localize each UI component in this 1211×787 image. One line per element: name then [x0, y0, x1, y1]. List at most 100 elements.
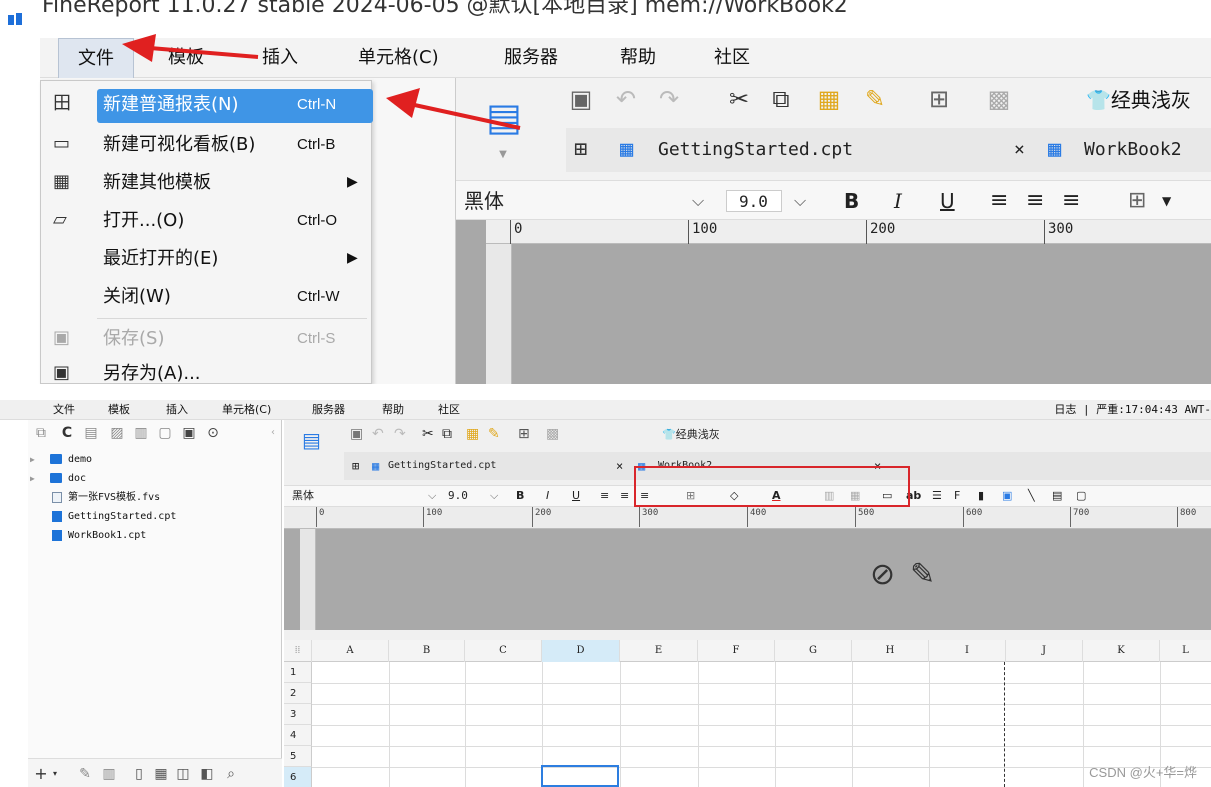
rename-icon[interactable]: ▨ [108, 424, 126, 442]
slash-icon[interactable]: ╲ [1028, 486, 1035, 506]
col-header-d[interactable]: D [542, 640, 620, 662]
col-header-k[interactable]: K [1083, 640, 1160, 662]
col-header-h[interactable]: H [852, 640, 929, 662]
image-icon[interactable]: ▩ [546, 426, 559, 442]
eye-off-icon[interactable]: ⊘ [870, 557, 895, 592]
row-header-2[interactable]: 2 [284, 683, 312, 704]
chevron-down-icon[interactable]: ⌵ [490, 486, 498, 506]
align-center-icon[interactable]: ≡ [620, 486, 629, 506]
lock-icon[interactable]: ▣ [180, 424, 198, 442]
save-icon[interactable]: ▣ [350, 426, 363, 442]
grid-line [312, 725, 1211, 726]
chart-icon[interactable]: ▮ [978, 486, 984, 506]
menubar: 文件 模板 插入 单元格(C) 服务器 帮助 社区 日志 | 严重:17:04:… [0, 400, 1211, 420]
tree-item-doc[interactable]: ▶ doc [28, 469, 282, 488]
watermark: CSDN @火+华=烨 [1089, 765, 1197, 780]
delete-icon[interactable]: ▥ [132, 424, 150, 442]
spreadsheet-grid[interactable]: ⁞⁞ A B C D E F G H I J K L 1 2 3 4 5 6 7 [284, 640, 1211, 787]
preview-icon[interactable]: ▤ [302, 428, 321, 452]
format-painter-icon[interactable]: ✎ [488, 426, 500, 442]
tree-item-demo[interactable]: ▶ demo [28, 450, 282, 469]
menu-file[interactable]: 文件 [53, 400, 75, 420]
locate-icon[interactable]: ⊙ [204, 424, 222, 442]
copy-icon[interactable]: ▢ [156, 424, 174, 442]
bold-button[interactable]: B [516, 486, 524, 506]
font-family-select[interactable]: 黑体 [292, 486, 314, 506]
database-icon[interactable]: ◫ [174, 765, 192, 783]
paste-icon[interactable]: ▦ [466, 426, 479, 442]
image-icon[interactable]: ▣ [1002, 486, 1012, 506]
theme-label: 经典浅灰 [675, 428, 720, 441]
tree-item-label: doc [68, 473, 87, 484]
col-header-c[interactable]: C [465, 640, 542, 662]
chevron-down-icon[interactable]: ▾ [46, 765, 64, 783]
search-icon[interactable]: ⌕ [222, 765, 240, 783]
tree-item-label: 第一张FVS模板.fvs [68, 492, 161, 503]
grid-line [312, 746, 1211, 747]
undo-icon[interactable]: ↶ [372, 426, 384, 442]
row-header-6[interactable]: 6 [284, 767, 312, 787]
edit-icon[interactable]: ✎ [76, 765, 94, 783]
row-header-4[interactable]: 4 [284, 725, 312, 746]
font-size-select[interactable]: 9.0 [448, 486, 468, 506]
col-header-a[interactable]: A [312, 640, 389, 662]
new-folder-icon[interactable]: ⧉ [32, 424, 50, 442]
vertical-ruler [300, 529, 316, 630]
col-header-b[interactable]: B [389, 640, 465, 662]
col-header-i[interactable]: I [929, 640, 1006, 662]
expand-arrow-icon[interactable]: ▶ [30, 450, 35, 469]
chevron-down-icon[interactable]: ⌵ [428, 486, 436, 506]
row-header-5[interactable]: 5 [284, 746, 312, 767]
formula-icon[interactable]: F [954, 486, 960, 506]
move-icon[interactable]: ▤ [82, 424, 100, 442]
redo-icon[interactable]: ↷ [394, 426, 406, 442]
row-header-1[interactable]: 1 [284, 662, 312, 683]
collapse-left-icon[interactable]: ‹ [264, 424, 282, 442]
underline-button[interactable]: U [572, 486, 580, 506]
theme-switch[interactable]: 👕经典浅灰 [662, 426, 720, 444]
ruler-label: 0 [316, 507, 324, 527]
tree-item-label: demo [68, 454, 93, 465]
pencil-icon[interactable]: ✎ [910, 557, 935, 592]
tree-item-fvs[interactable]: 第一张FVS模板.fvs [28, 488, 282, 507]
horizontal-ruler: 0 100 200 300 400 500 600 700 800 [284, 507, 1211, 529]
tree-item-workbook1[interactable]: WorkBook1.cpt [28, 526, 282, 545]
subreport-icon[interactable]: ▤ [1052, 486, 1062, 506]
refresh-icon[interactable]: C [58, 424, 76, 442]
preview-icon[interactable]: ▯ [130, 765, 148, 783]
expand-arrow-icon[interactable]: ▶ [30, 469, 35, 488]
grid-icon[interactable]: ⊞ [352, 452, 359, 480]
copy-icon[interactable]: ⧉ [442, 426, 452, 442]
rich-text-icon[interactable]: ☰ [932, 486, 942, 506]
delete-icon[interactable]: ▥ [100, 765, 118, 783]
row-header-3[interactable]: 3 [284, 704, 312, 725]
italic-button[interactable]: I [546, 486, 549, 506]
annotation-highlight-box [634, 466, 910, 507]
menu-insert[interactable]: 插入 [166, 400, 188, 420]
bottom-full-screenshot: 文件 模板 插入 单元格(C) 服务器 帮助 社区 日志 | 严重:17:04:… [0, 400, 1211, 787]
col-header-f[interactable]: F [698, 640, 775, 662]
align-left-icon[interactable]: ≡ [600, 486, 609, 506]
menu-community[interactable]: 社区 [438, 400, 460, 420]
col-header-l[interactable]: L [1160, 640, 1211, 662]
selected-cell-d6[interactable] [541, 765, 619, 787]
template-directory-panel: ⧉ C ▤ ▨ ▥ ▢ ▣ ⊙ ‹ ▶ demo ▶ doc 第一张FVS模板.… [28, 420, 282, 787]
close-icon[interactable]: × [616, 452, 623, 480]
col-header-j[interactable]: J [1006, 640, 1083, 662]
text-icon[interactable]: ⊞ [518, 426, 530, 442]
col-header-g[interactable]: G [775, 640, 852, 662]
select-all-icon[interactable]: ⁞⁞ [284, 640, 312, 662]
cut-icon[interactable]: ✂ [422, 426, 434, 442]
log-status[interactable]: 日志 | 严重:17:04:43 AWT- [1054, 400, 1211, 420]
menu-server[interactable]: 服务器 [312, 400, 345, 420]
col-header-e[interactable]: E [620, 640, 698, 662]
tree-item-getting-started[interactable]: GettingStarted.cpt [28, 507, 282, 526]
menu-cell[interactable]: 单元格(C) [222, 400, 271, 420]
menu-help[interactable]: 帮助 [382, 400, 404, 420]
server-dataset-icon[interactable]: ◧ [198, 765, 216, 783]
designer-area: ▤ ▣ ↶ ↷ ✂ ⧉ ▦ ✎ ⊞ ▩ 👕经典浅灰 ⊞ ▦ GettingSta… [284, 420, 1211, 787]
tab-getting-started[interactable]: GettingStarted.cpt [388, 452, 496, 480]
menu-template[interactable]: 模板 [108, 400, 130, 420]
dataset-icon[interactable]: ▦ [152, 765, 170, 783]
border-style-icon[interactable]: ▢ [1076, 486, 1086, 506]
